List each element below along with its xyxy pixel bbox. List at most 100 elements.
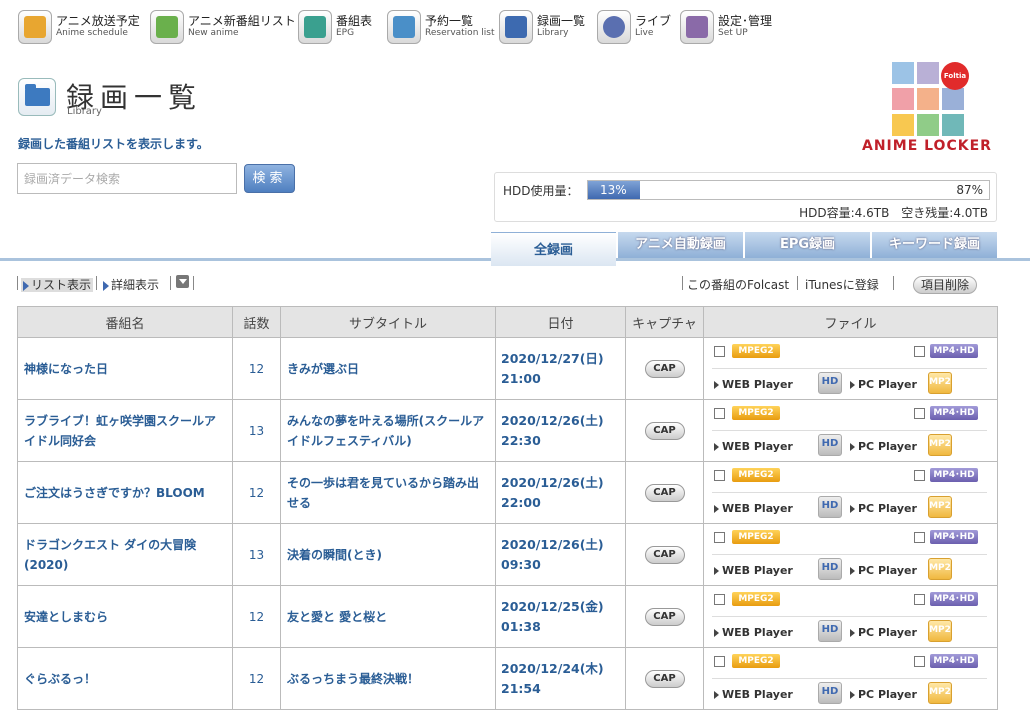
web-player-link[interactable]: WEB Player — [714, 378, 793, 391]
pc-player-link[interactable]: PC Player — [850, 440, 917, 453]
pc-player-link[interactable]: PC Player — [850, 502, 917, 515]
search-input[interactable] — [17, 163, 237, 194]
mpeg2-download-button[interactable]: MPEG2 — [732, 468, 780, 482]
web-player-link[interactable]: WEB Player — [714, 688, 793, 701]
divider — [96, 276, 97, 290]
mp4hd-checkbox[interactable] — [914, 532, 925, 543]
header-program-name[interactable]: 番組名 — [17, 306, 233, 338]
mpeg2-checkbox[interactable] — [714, 532, 725, 543]
subtitle-link[interactable]: きみが選ぶ日 — [280, 337, 496, 400]
mpeg2-download-button[interactable]: MPEG2 — [732, 406, 780, 420]
table-row: ぐらぶるっ！ 12 ぶるっちまう最終決戦！ 2020/12/24(木) 21:54 CAP… — [17, 647, 998, 710]
mp2-play-button[interactable]: MP2 — [928, 372, 952, 394]
mp4hd-download-button[interactable]: MP4･HD — [930, 530, 978, 544]
mp4hd-checkbox[interactable] — [914, 346, 925, 357]
web-player-label: WEB Player — [722, 688, 793, 701]
nav-reservation[interactable]: 予約一覧 Reservation list — [387, 8, 494, 44]
mpeg2-download-button[interactable]: MPEG2 — [732, 654, 780, 668]
header-subtitle[interactable]: サブタイトル — [280, 306, 496, 338]
mpeg2-checkbox[interactable] — [714, 594, 725, 605]
itunes-link[interactable]: iTunesに登録 — [805, 276, 879, 293]
hdd-usage-bar: 13% 87% — [587, 180, 990, 200]
mpeg2-download-button[interactable]: MPEG2 — [732, 344, 780, 358]
pc-player-link[interactable]: PC Player — [850, 378, 917, 391]
mpeg2-checkbox[interactable] — [714, 470, 725, 481]
mpeg2-checkbox[interactable] — [714, 346, 725, 357]
hdd-usage-panel: HDD使用量： 13% 87% HDD容量:4.6TB 空き残量:4.0TB — [494, 172, 997, 222]
pc-player-link[interactable]: PC Player — [850, 688, 917, 701]
web-player-label: WEB Player — [722, 440, 793, 453]
tab-anime-auto[interactable]: アニメ自動録画 — [618, 232, 743, 258]
capture-button[interactable]: CAP — [644, 421, 685, 440]
mp4hd-download-button[interactable]: MP4･HD — [930, 592, 978, 606]
delete-items-button[interactable]: 項目削除 — [913, 276, 977, 294]
hd-play-button[interactable]: HD — [818, 496, 842, 518]
pc-player-link[interactable]: PC Player — [850, 564, 917, 577]
list-view-button[interactable]: リスト表示 — [21, 276, 94, 293]
hd-play-button[interactable]: HD — [818, 620, 842, 642]
nav-settings[interactable]: 設定･管理 Set UP — [680, 8, 776, 44]
mpeg2-checkbox[interactable] — [714, 656, 725, 667]
tab-epg[interactable]: EPG録画 — [745, 232, 870, 258]
mp4hd-checkbox[interactable] — [914, 470, 925, 481]
mp2-play-button[interactable]: MP2 — [928, 682, 952, 704]
detail-view-button[interactable]: 詳細表示 — [103, 276, 159, 293]
web-player-link[interactable]: WEB Player — [714, 564, 793, 577]
folcast-link[interactable]: この番組のFolcast — [687, 276, 789, 293]
detail-view-label: 詳細表示 — [111, 278, 160, 292]
web-player-link[interactable]: WEB Player — [714, 440, 793, 453]
subtitle-link[interactable]: ぶるっちまう最終決戦！ — [280, 647, 496, 710]
program-name-link[interactable]: ぐらぶるっ！ — [17, 647, 233, 710]
mp2-play-button[interactable]: MP2 — [928, 496, 952, 518]
capture-button[interactable]: CAP — [644, 669, 685, 688]
hd-play-button[interactable]: HD — [818, 558, 842, 580]
mp2-play-button[interactable]: MP2 — [928, 620, 952, 642]
subtitle-link[interactable]: 決着の瞬間(とき) — [280, 523, 496, 586]
mp4hd-checkbox[interactable] — [914, 408, 925, 419]
mp4hd-download-button[interactable]: MP4･HD — [930, 468, 978, 482]
mpeg2-checkbox[interactable] — [714, 408, 725, 419]
capture-cell: CAP — [625, 523, 704, 586]
program-name-link[interactable]: ドラゴンクエスト ダイの大冒険(2020) — [17, 523, 233, 586]
program-name-link[interactable]: 安達としまむら — [17, 585, 233, 648]
hd-play-button[interactable]: HD — [818, 434, 842, 456]
nav-library[interactable]: 録画一覧 Library — [499, 8, 591, 44]
header-episode[interactable]: 話数 — [232, 306, 281, 338]
capture-button[interactable]: CAP — [644, 545, 685, 564]
web-player-link[interactable]: WEB Player — [714, 626, 793, 639]
capture-button[interactable]: CAP — [644, 483, 685, 502]
mp4hd-download-button[interactable]: MP4･HD — [930, 406, 978, 420]
mpeg2-download-button[interactable]: MPEG2 — [732, 592, 780, 606]
nav-epg[interactable]: 番組表 EPG — [298, 8, 382, 44]
mp4hd-checkbox[interactable] — [914, 594, 925, 605]
mpeg2-download-button[interactable]: MPEG2 — [732, 530, 780, 544]
tab-all-recordings[interactable]: 全録画 — [491, 232, 616, 266]
tab-keyword[interactable]: キーワード録画 — [872, 232, 997, 258]
capture-button[interactable]: CAP — [644, 607, 685, 626]
header-date[interactable]: 日付 — [495, 306, 626, 338]
program-name-link[interactable]: ご注文はうさぎですか？BLOOM — [17, 461, 233, 524]
subtitle-link[interactable]: その一歩は君を見ているから踏み出せる — [280, 461, 496, 524]
divider — [682, 276, 683, 290]
subtitle-link[interactable]: 友と愛と 愛と桜と — [280, 585, 496, 648]
search-button[interactable]: 検索 — [244, 164, 295, 193]
mp4hd-download-button[interactable]: MP4･HD — [930, 654, 978, 668]
mp2-play-button[interactable]: MP2 — [928, 434, 952, 456]
capture-button[interactable]: CAP — [644, 359, 685, 378]
nav-anime-schedule[interactable]: アニメ放送予定 Anime schedule — [18, 8, 146, 44]
nav-label: 設定･管理 — [718, 14, 773, 28]
dropdown-menu-icon[interactable] — [176, 275, 189, 288]
web-player-link[interactable]: WEB Player — [714, 502, 793, 515]
mp4hd-checkbox[interactable] — [914, 656, 925, 667]
nav-new-anime[interactable]: アニメ新番組リスト New anime — [150, 8, 296, 44]
page-description: 録画した番組リストを表示します。 — [18, 137, 209, 151]
hd-play-button[interactable]: HD — [818, 682, 842, 704]
program-name-link[interactable]: ラブライブ！虹ヶ咲学園スクールアイドル同好会 — [17, 399, 233, 462]
subtitle-link[interactable]: みんなの夢を叶える場所(スクールアイドルフェスティバル) — [280, 399, 496, 462]
nav-live[interactable]: ライブ Live — [597, 8, 673, 44]
mp2-play-button[interactable]: MP2 — [928, 558, 952, 580]
mp4hd-download-button[interactable]: MP4･HD — [930, 344, 978, 358]
program-name-link[interactable]: 神様になった日 — [17, 337, 233, 400]
hd-play-button[interactable]: HD — [818, 372, 842, 394]
pc-player-link[interactable]: PC Player — [850, 626, 917, 639]
